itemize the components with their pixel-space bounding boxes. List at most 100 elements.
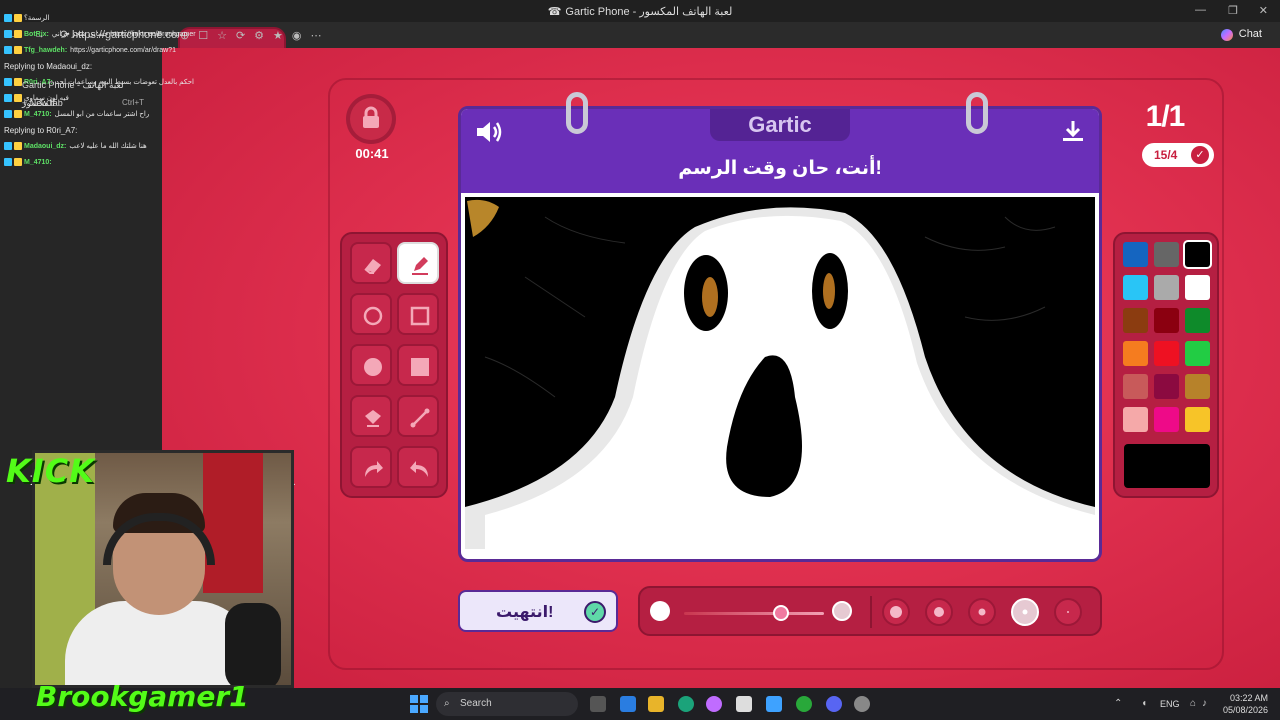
drawing-canvas[interactable] (465, 197, 1095, 549)
color-swatch[interactable] (1123, 341, 1148, 366)
window-title-text: Gartic Phone - لعبة الهاتف المكسور (565, 6, 733, 18)
chat-line: الرسمة؟ (4, 14, 214, 30)
square-filled-icon (411, 358, 429, 376)
chat-line: M_4710: راح اشتر ساعمات من ابو المسل (4, 110, 214, 126)
color-swatch[interactable] (1154, 242, 1179, 267)
chat-badge-icon (14, 142, 22, 151)
editor-app-icon[interactable] (620, 696, 636, 712)
close-window-icon[interactable]: ✕ (1259, 4, 1268, 17)
color-swatch[interactable] (1123, 407, 1148, 432)
sound-icon[interactable] (475, 119, 503, 145)
undo-tool[interactable] (397, 446, 439, 488)
tab-hover-menu: Gartic Phone - لعبة الهاتف المكسور + New… (8, 76, 148, 112)
brush-size-dot-icon (978, 608, 986, 616)
ellipse-outline-tool[interactable] (350, 293, 392, 335)
chat-badge-icon (14, 158, 22, 166)
color-swatch[interactable] (1123, 374, 1148, 399)
done-button[interactable]: انتهيت! ✓ (458, 590, 618, 632)
rect-outline-tool[interactable] (397, 293, 439, 335)
notebook-ring-right (966, 92, 988, 134)
file-explorer-icon[interactable] (648, 696, 664, 712)
brush-size-button[interactable] (925, 598, 953, 626)
color-swatch[interactable] (1123, 308, 1148, 333)
eraser-tool[interactable] (350, 242, 392, 284)
search-icon: ⌕ (444, 698, 450, 709)
color-swatch[interactable] (1154, 407, 1179, 432)
chat-button-label: Chat (1238, 28, 1262, 40)
color-swatch[interactable] (1154, 374, 1179, 399)
opacity-slider[interactable] (684, 612, 824, 615)
chat-badge-icon (4, 142, 12, 151)
redo-tool[interactable] (350, 446, 392, 488)
download-icon[interactable] (1061, 119, 1085, 143)
lock-icon (363, 106, 379, 128)
lock-button[interactable] (346, 94, 396, 144)
square-outline-icon (410, 306, 430, 326)
line-icon (410, 408, 430, 428)
mail-icon[interactable] (766, 696, 782, 712)
drawing-card: Gartic أنت، حان وقت الرسم! (458, 106, 1102, 562)
players-done-counter: 15/4 ✓ (1142, 143, 1214, 167)
brush-size-button[interactable] (1054, 598, 1082, 626)
chat-username: BotRix: (24, 31, 49, 38)
bucket-icon (365, 410, 381, 427)
brush-size-dot-icon (934, 607, 944, 617)
chat-badge-icon (4, 158, 12, 166)
notebook-ring-left (566, 92, 588, 134)
windows-start-icon[interactable] (410, 695, 428, 713)
taskbar-search[interactable]: ⌕ Search (436, 692, 578, 716)
pen-icon (412, 257, 428, 275)
search-label: Search (460, 698, 492, 709)
color-swatch[interactable] (1185, 374, 1210, 399)
clock-time: 03:22 AM (1229, 693, 1268, 703)
pen-tool[interactable] (397, 242, 439, 284)
brush-size-button[interactable] (1011, 598, 1039, 626)
discord-icon[interactable] (826, 696, 842, 712)
chat-line: M_4710: (4, 158, 214, 174)
minimize-icon[interactable]: — (1195, 4, 1206, 16)
color-swatch[interactable] (1185, 341, 1210, 366)
rect-fill-tool[interactable] (397, 344, 439, 386)
maximize-icon[interactable]: ❐ (1228, 4, 1238, 17)
chat-username: M_4710: (24, 158, 52, 166)
opacity-slider-knob[interactable] (772, 605, 789, 621)
brush-size-dot-icon (1067, 611, 1069, 613)
tab-menu-shortcut: Ctrl+T (122, 98, 144, 107)
language-indicator[interactable]: ENG (1160, 699, 1180, 709)
line-tool[interactable] (397, 395, 439, 437)
color-swatch[interactable] (1185, 407, 1210, 432)
copilot-app-icon[interactable] (706, 696, 722, 712)
chat-reply-line: Replying to R0ri_A7: (4, 126, 214, 142)
tab-menu-item-gartic[interactable]: Gartic Phone - لعبة الهاتف المكسور (8, 76, 148, 108)
task-view-icon[interactable] (590, 696, 606, 712)
edge-icon[interactable] (678, 696, 694, 712)
brush-size-button[interactable] (968, 598, 996, 626)
color-swatch[interactable] (1154, 275, 1179, 300)
gartic-favicon-icon: ☎ (547, 6, 562, 18)
copilot-chat-button[interactable]: Chat (1215, 25, 1272, 45)
streamer-name: Brookgamer1 (36, 680, 249, 713)
system-tray-icons[interactable]: ⌃ ◖ (1114, 698, 1155, 709)
chat-line: BotRix: حسابي متجر جراني https://linktr.e… (4, 30, 214, 46)
fill-bucket-tool[interactable] (350, 395, 392, 437)
tab-menu-item-newtab[interactable]: + New tab Ctrl+T (8, 94, 148, 112)
check-icon: ✓ (1191, 146, 1209, 164)
color-swatch[interactable] (1154, 341, 1179, 366)
chat-badge-icon (14, 46, 22, 54)
color-swatch[interactable] (1123, 242, 1148, 267)
steam-icon[interactable] (854, 696, 870, 712)
clock[interactable]: 03:22 AM 05/08/2026 (1223, 692, 1268, 716)
network-sound-icons[interactable]: ⌂♪ (1190, 698, 1213, 709)
color-swatch[interactable] (1123, 275, 1148, 300)
color-swatch[interactable] (1154, 308, 1179, 333)
xbox-icon[interactable] (796, 696, 812, 712)
chat-username: Madaoui_dz: (24, 143, 67, 150)
store-icon[interactable] (736, 696, 752, 712)
checkmark-icon: ✓ (584, 601, 606, 623)
brush-size-button[interactable] (882, 598, 910, 626)
color-swatch[interactable] (1185, 242, 1210, 267)
color-swatch[interactable] (1185, 275, 1210, 300)
ellipse-fill-tool[interactable] (350, 344, 392, 386)
opacity-min-icon (650, 601, 670, 621)
color-swatch[interactable] (1185, 308, 1210, 333)
